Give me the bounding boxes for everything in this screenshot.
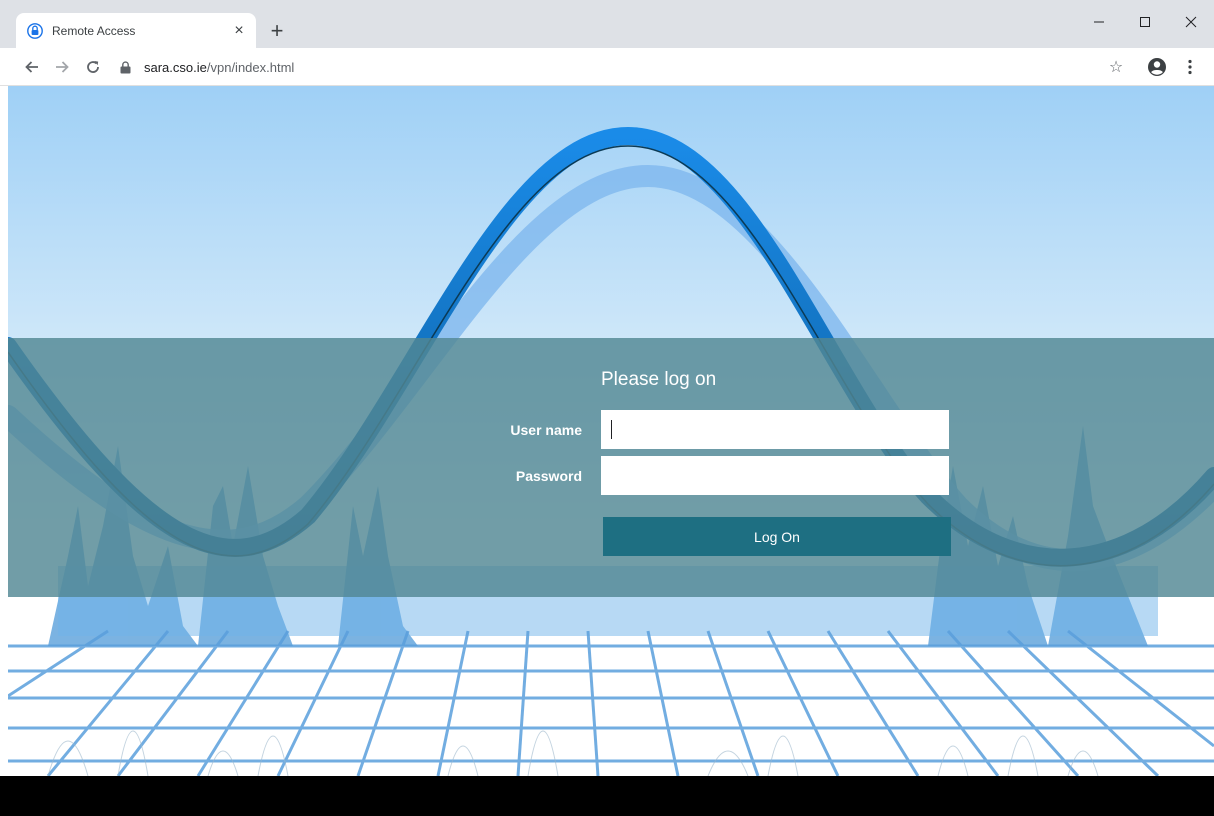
lock-icon[interactable] xyxy=(120,60,134,74)
window-border xyxy=(0,86,8,776)
log-on-button[interactable]: Log On xyxy=(603,517,951,556)
page-viewport: Please log on User name Password Log On xyxy=(8,86,1214,776)
minimize-icon[interactable] xyxy=(1076,8,1122,36)
url-host: sara.cso.ie xyxy=(144,59,207,75)
text-caret xyxy=(611,420,612,439)
browser-window: Remote Access × + sara.cso.ie /vpn/index… xyxy=(0,0,1214,816)
account-circle-icon[interactable] xyxy=(1146,56,1168,78)
address-bar[interactable]: sara.cso.ie /vpn/index.html xyxy=(112,52,1140,82)
screen-bottom-bar xyxy=(0,776,1214,816)
login-title: Please log on xyxy=(601,369,717,390)
tab-strip: Remote Access × + xyxy=(0,0,1214,48)
new-tab-button[interactable]: + xyxy=(264,18,290,44)
url-path: /vpn/index.html xyxy=(206,59,295,75)
username-input[interactable] xyxy=(601,410,949,449)
tab-title: Remote Access xyxy=(52,23,136,38)
username-label: User name xyxy=(510,422,582,438)
star-icon[interactable]: ☆ xyxy=(1106,57,1126,77)
password-input[interactable] xyxy=(601,456,949,495)
password-label: Password xyxy=(515,468,582,484)
reload-icon[interactable] xyxy=(80,54,106,80)
kebab-menu-icon[interactable] xyxy=(1180,57,1200,77)
browser-toolbar: sara.cso.ie /vpn/index.html ☆ xyxy=(0,48,1214,86)
tab-close-icon[interactable]: × xyxy=(228,20,250,42)
arrow-right-icon[interactable] xyxy=(49,54,75,80)
tab-remote-access[interactable]: Remote Access × xyxy=(16,13,256,48)
maximize-icon[interactable] xyxy=(1122,8,1168,36)
arrow-left-icon[interactable] xyxy=(19,54,45,80)
window-close-icon[interactable] xyxy=(1168,8,1214,36)
remote-access-lock-icon xyxy=(26,22,44,40)
